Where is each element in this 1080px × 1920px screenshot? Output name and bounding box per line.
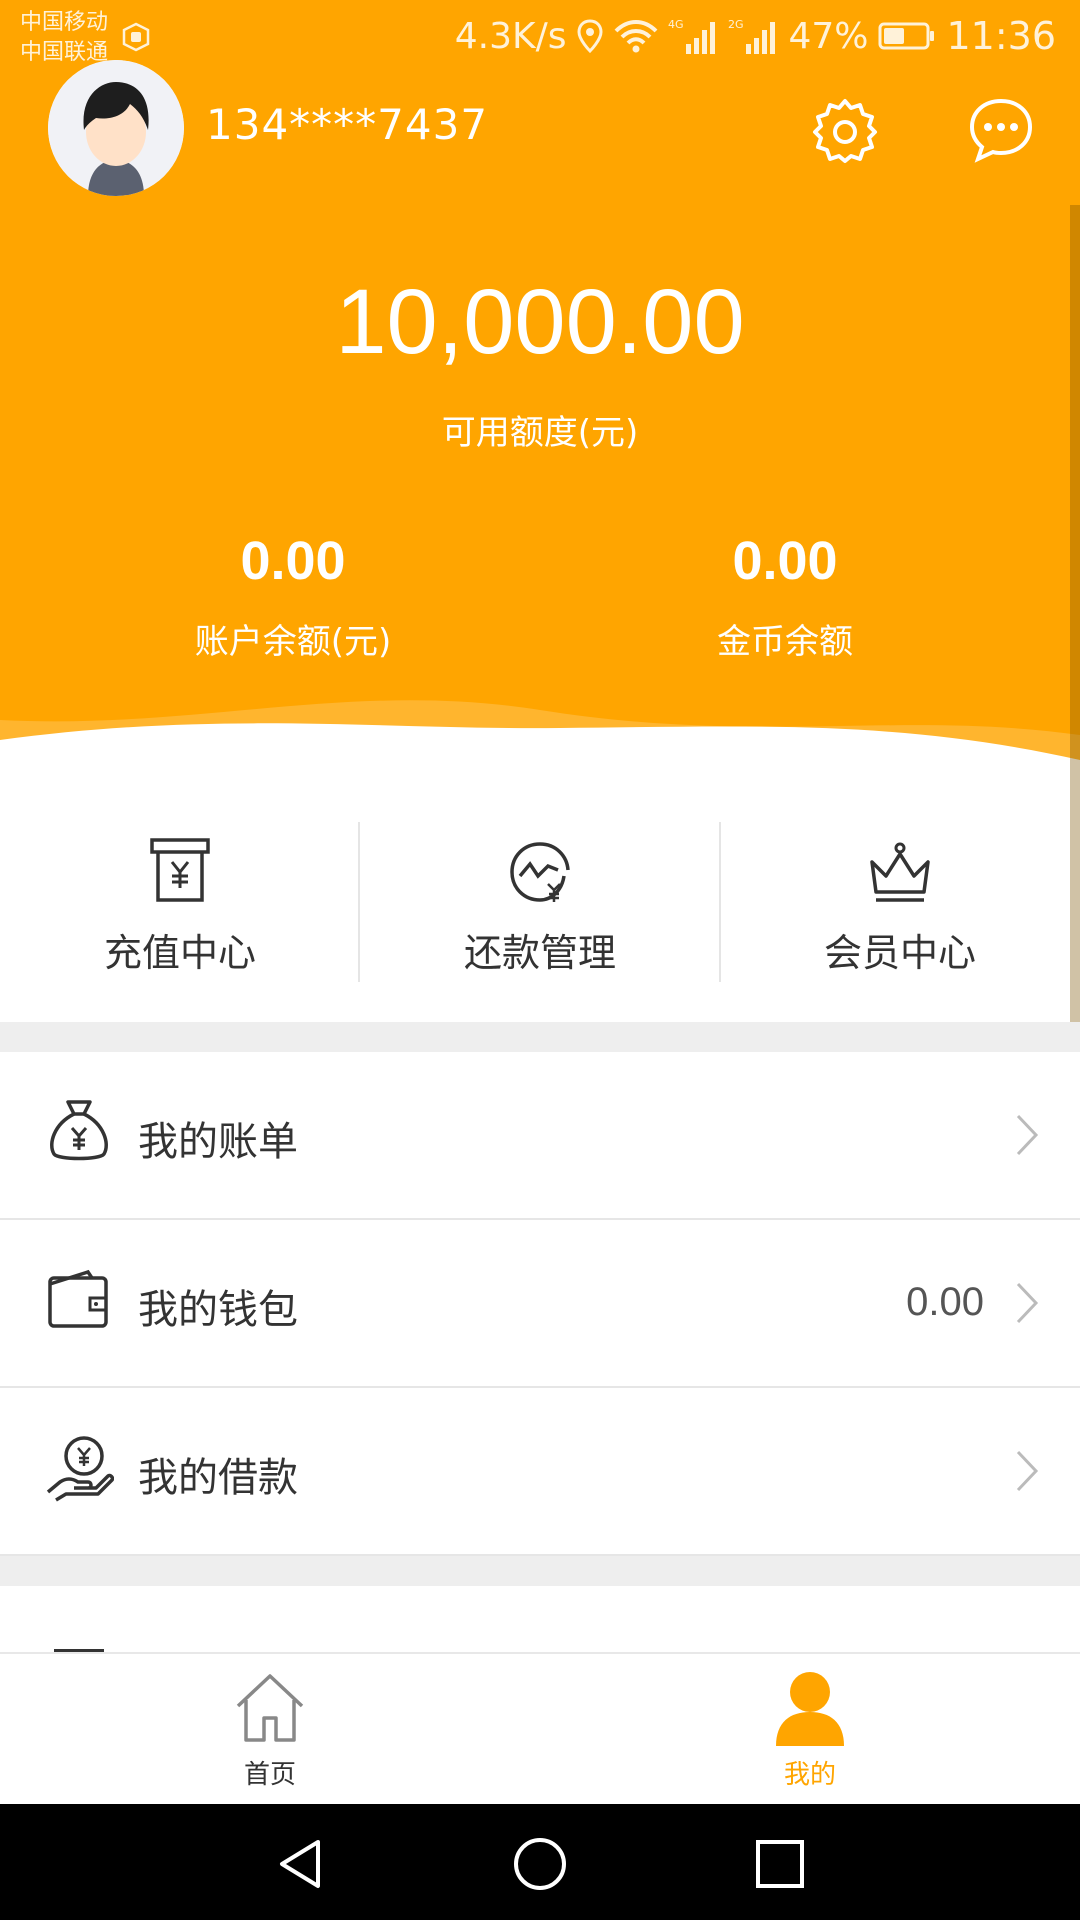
quick-action-label: 充值中心 [103,931,256,975]
avatar-image [48,60,184,196]
signal-2g-icon: 2G [728,18,776,54]
available-amount-label: 可用额度(元) [441,413,639,453]
account-balance-label: 账户余额(元) [194,622,392,662]
location-icon [577,19,603,53]
menu-item-partial[interactable] [0,1586,1080,1656]
quick-action-member[interactable]: 会员中心 [720,800,1080,1024]
loan-hand-icon [46,1436,114,1502]
quick-action-repayment[interactable]: 还款管理 [360,800,720,1024]
status-right: 4.3K/s 4G 2G 47% 11:36 [455,14,1056,58]
chevron-right-icon [1016,1282,1039,1324]
home-icon [236,1674,304,1742]
net-speed: 4.3K/s [454,15,567,57]
back-triangle-icon[interactable] [270,1834,330,1894]
menu-item-loans[interactable]: 我的借款 [0,1388,1080,1556]
network-2-label: 2G [728,18,744,31]
money-bag-icon [50,1100,108,1161]
gear-icon [813,99,877,163]
tab-home-label: 首页 [243,1760,296,1790]
wifi-icon [615,20,658,53]
battery-icon [878,22,935,50]
recent-apps-icon[interactable] [750,1834,810,1894]
menu-item-label: 我的钱包 [138,1287,298,1333]
section-gap [0,1022,1080,1052]
available-amount: 10,000.00 [335,271,745,373]
tab-mine-label: 我的 [783,1760,836,1790]
account-balance-value: 0.00 [240,531,346,591]
divider [358,822,360,982]
menu-item-bills[interactable]: 我的账单 [0,1052,1080,1220]
profile-screen: 中国移动 中国联通 4.3K/s 4G 2G 47% 11:36 134****… [0,0,1080,1920]
bottom-tab-bar: 首页 我的 [0,1652,1080,1804]
clock: 11:36 [946,14,1056,58]
divider [719,822,721,982]
tab-mine[interactable]: 我的 [710,1668,910,1791]
quick-action-label: 还款管理 [463,931,616,975]
settings-button[interactable] [810,95,880,165]
status-bar: 中国移动 中国联通 4.3K/s 4G 2G 47% 11:36 [0,0,1080,72]
quick-action-recharge[interactable]: 充值中心 [0,800,360,1024]
user-phone: 134****7437 [206,100,489,149]
coin-balance-label: 金币余额 [717,622,853,662]
network-1-label: 4G [668,18,684,31]
person-icon [776,1672,844,1746]
coin-balance-block[interactable]: 0.00 金币余额 [585,530,985,663]
header-wave [0,700,1080,780]
menu-item-wallet[interactable]: 我的钱包 0.00 [0,1220,1080,1388]
quick-actions: 充值中心 还款管理 会员中心 [0,800,1080,1024]
repayment-icon [510,842,570,902]
home-circle-icon[interactable] [510,1834,570,1894]
avatar[interactable] [48,60,184,196]
chat-bubble-icon [969,98,1033,163]
signal-4g-icon: 4G [668,18,716,54]
menu-item-label: 我的账单 [138,1119,298,1165]
account-balance-block[interactable]: 0.00 账户余额(元) [93,530,493,663]
system-nav-bar [0,1804,1080,1920]
menu-item-label: 我的借款 [138,1455,298,1501]
message-button[interactable] [966,95,1036,165]
carrier-info: 中国移动 中国联通 [20,8,108,68]
coin-balance-value: 0.00 [732,531,838,591]
tab-home[interactable]: 首页 [170,1668,370,1791]
battery-percent: 47% [788,15,869,57]
section-gap [0,1556,1080,1586]
hd-badge-icon [122,22,150,52]
wallet-balance: 0.00 [906,1280,984,1324]
recharge-icon [150,838,210,902]
wallet-icon [48,1269,108,1328]
carrier-1: 中国移动 [20,10,109,35]
quick-action-label: 会员中心 [823,931,976,975]
chevron-right-icon [1016,1450,1039,1492]
chevron-right-icon [1016,1114,1039,1156]
crown-icon [870,842,930,902]
